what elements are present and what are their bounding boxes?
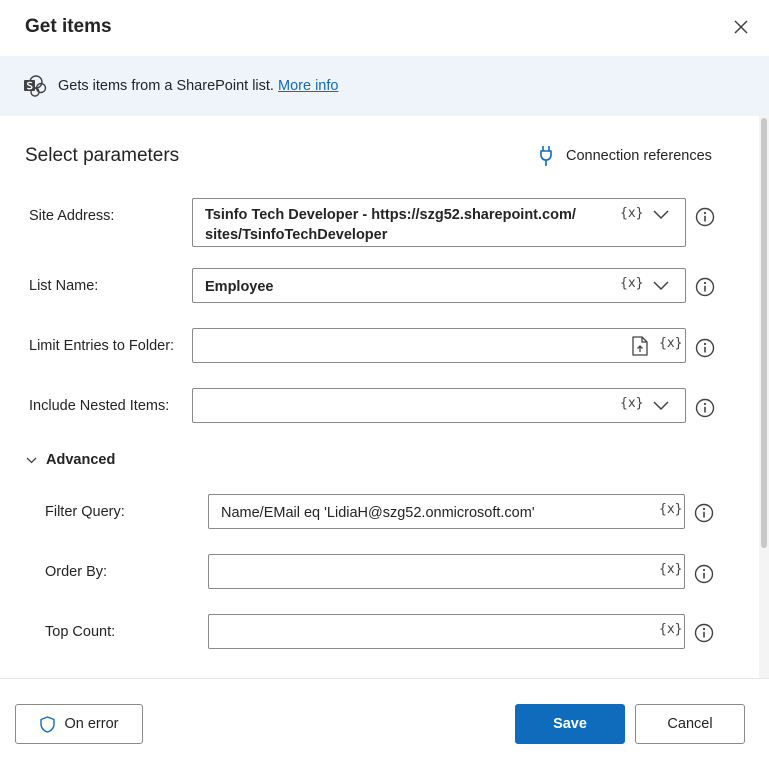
order-by-input[interactable]: {x} — [208, 554, 685, 589]
site-address-line1: Tsinfo Tech Developer - https://szg52.sh… — [205, 207, 576, 223]
cancel-button[interactable]: Cancel — [635, 704, 745, 744]
dialog-header: Get items — [0, 0, 769, 56]
get-items-dialog: Get items Gets items from a SharePoint l… — [0, 0, 769, 768]
top-count-help-icon[interactable] — [694, 623, 714, 643]
close-icon — [734, 20, 748, 34]
shield-icon — [39, 715, 55, 733]
sharepoint-icon — [24, 75, 47, 97]
chevron-down-icon[interactable] — [653, 401, 669, 411]
nested-items-help-icon[interactable] — [695, 398, 715, 418]
connection-references-button[interactable]: Connection references — [538, 143, 712, 169]
list-name-dropdown[interactable]: Employee {x} — [192, 268, 686, 303]
connection-references-label: Connection references — [566, 148, 712, 164]
top-count-label: Top Count: — [45, 624, 116, 640]
list-name-value: Employee — [205, 279, 274, 295]
save-button[interactable]: Save — [515, 704, 625, 744]
dialog-title: Get items — [25, 16, 112, 37]
file-upload-icon[interactable] — [631, 336, 649, 356]
site-address-line2: sites/TsinfoTechDeveloper — [205, 227, 388, 243]
limit-folder-variable-button[interactable]: {x} — [659, 336, 682, 351]
filter-query-help-icon[interactable] — [694, 503, 714, 523]
section-title: Select parameters — [25, 145, 180, 166]
on-error-button[interactable]: On error — [15, 704, 143, 744]
site-address-label: Site Address: — [29, 208, 115, 224]
filter-query-value: Name/EMail eq 'LidiaH@szg52.onmicrosoft.… — [221, 505, 535, 521]
on-error-label: On error — [64, 716, 119, 732]
filter-query-input[interactable]: Name/EMail eq 'LidiaH@szg52.onmicrosoft.… — [208, 494, 685, 529]
info-bar: Gets items from a SharePoint list. More … — [0, 56, 769, 116]
list-name-variable-button[interactable]: {x} — [620, 276, 643, 291]
nested-items-label: Include Nested Items: — [29, 398, 170, 414]
close-button[interactable] — [728, 14, 754, 40]
limit-folder-help-icon[interactable] — [695, 338, 715, 358]
scrollbar-thumb[interactable] — [761, 118, 767, 548]
more-info-link[interactable]: More info — [278, 78, 338, 94]
nested-items-dropdown[interactable]: {x} — [192, 388, 686, 423]
site-address-variable-button[interactable]: {x} — [620, 206, 643, 221]
site-address-dropdown[interactable]: Tsinfo Tech Developer - https://szg52.sh… — [192, 198, 686, 247]
top-count-variable-button[interactable]: {x} — [659, 622, 682, 637]
limit-folder-input[interactable]: {x} — [192, 328, 686, 363]
chevron-down-icon[interactable] — [653, 210, 669, 220]
footer-divider — [0, 678, 769, 679]
order-by-label: Order By: — [45, 564, 108, 580]
list-name-label: List Name: — [29, 278, 99, 294]
chevron-down-icon — [26, 457, 37, 463]
plug-icon — [540, 146, 552, 166]
top-count-input[interactable]: {x} — [208, 614, 685, 649]
filter-query-label: Filter Query: — [45, 504, 125, 520]
limit-folder-label: Limit Entries to Folder: — [29, 338, 175, 354]
order-by-help-icon[interactable] — [694, 564, 714, 584]
site-address-help-icon[interactable] — [695, 207, 715, 227]
site-address-value: Tsinfo Tech Developer - https://szg52.sh… — [205, 205, 576, 245]
filter-query-variable-button[interactable]: {x} — [659, 502, 682, 517]
advanced-label: Advanced — [46, 452, 116, 468]
list-name-help-icon[interactable] — [695, 277, 715, 297]
info-description: Gets items from a SharePoint list. — [58, 78, 274, 94]
info-text: Gets items from a SharePoint list. More … — [58, 78, 338, 94]
advanced-toggle[interactable]: Advanced — [26, 452, 115, 468]
nested-items-variable-button[interactable]: {x} — [620, 396, 643, 411]
order-by-variable-button[interactable]: {x} — [659, 562, 682, 577]
chevron-down-icon[interactable] — [653, 281, 669, 291]
